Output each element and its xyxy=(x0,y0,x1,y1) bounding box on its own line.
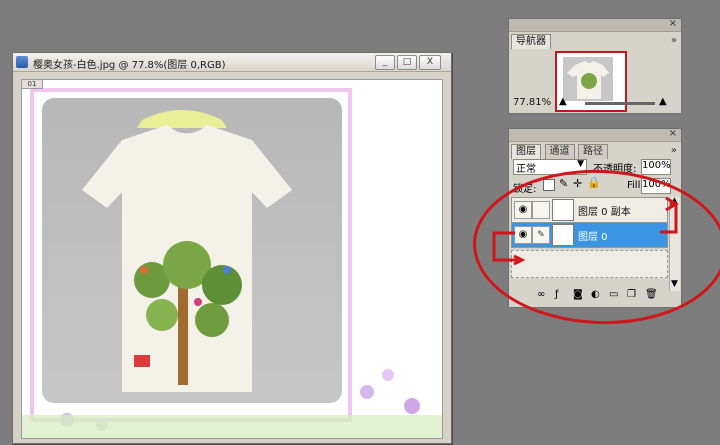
thumb-tree xyxy=(581,73,597,89)
navigator-tabs: 导航器 » xyxy=(511,31,679,49)
image-canvas[interactable] xyxy=(21,79,443,439)
chevron-down-icon: ▼ xyxy=(577,159,584,169)
zoom-in-icon[interactable]: ▲ xyxy=(659,96,667,107)
zoom-slider[interactable] xyxy=(585,102,655,105)
ruler-label: 01 xyxy=(21,79,43,89)
annotation-arrows xyxy=(492,196,679,266)
tree-leaves xyxy=(195,303,229,337)
close-panel-icon[interactable]: × xyxy=(669,128,677,139)
navigator-panel: × 导航器 » 77.81% ▲ ▲ xyxy=(508,18,682,114)
flower-icon xyxy=(382,369,394,381)
opacity-input[interactable]: 100% xyxy=(641,159,671,175)
flower-icon xyxy=(404,398,420,414)
tab-layers[interactable]: 图层 xyxy=(511,144,541,159)
document-window: 樱奥女孩-白色.jpg @ 77.8%(图层 0,RGB) _ □ X 01 xyxy=(12,52,452,444)
decor-dot xyxy=(194,298,202,306)
tree-leaves xyxy=(202,265,242,305)
tab-paths[interactable]: 路径 xyxy=(578,144,608,159)
tshirt-photo xyxy=(22,88,442,438)
zoom-percentage[interactable]: 77.81% xyxy=(513,97,551,108)
tab-channels[interactable]: 通道 xyxy=(544,144,575,159)
zoom-out-icon[interactable]: ▲ xyxy=(559,96,567,107)
navigator-footer: 77.81% ▲ ▲ xyxy=(511,96,679,111)
photoshop-document-icon xyxy=(16,56,28,68)
close-panel-icon[interactable]: × xyxy=(669,18,677,29)
minimize-button[interactable]: _ xyxy=(375,55,395,70)
maximize-button[interactable]: □ xyxy=(397,55,417,70)
tree-leaves xyxy=(146,299,178,331)
decor-dot xyxy=(223,266,231,274)
grass-strip xyxy=(22,415,442,438)
decor-dot xyxy=(140,266,148,274)
house-icon xyxy=(134,355,150,367)
layers-tabs: 图层 通道 路径 » xyxy=(511,141,679,159)
tab-navigator[interactable]: 导航器 xyxy=(511,34,551,49)
close-button[interactable]: X xyxy=(419,55,441,70)
flower-icon xyxy=(360,385,374,399)
panel-menu-icon[interactable]: » xyxy=(671,35,677,46)
document-titlebar[interactable]: 樱奥女孩-白色.jpg @ 77.8%(图层 0,RGB) _ □ X xyxy=(13,53,451,72)
blend-mode-value: 正常 xyxy=(516,164,536,175)
document-title: 樱奥女孩-白色.jpg @ 77.8%(图层 0,RGB) xyxy=(33,60,226,71)
panel-menu-icon[interactable]: » xyxy=(671,145,677,156)
